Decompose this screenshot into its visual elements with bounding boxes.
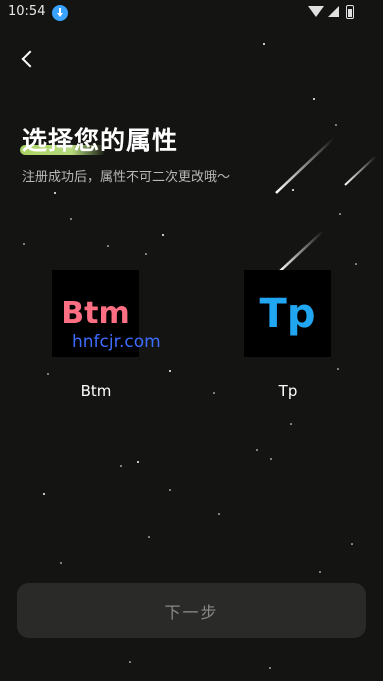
option-tp-label: Tp	[278, 382, 298, 400]
star	[319, 571, 321, 573]
wifi-icon	[308, 6, 324, 17]
star	[120, 465, 122, 467]
star	[313, 98, 315, 100]
star	[47, 373, 49, 375]
star	[137, 461, 139, 463]
star	[169, 489, 171, 491]
option-btm-label: Btm	[80, 382, 112, 400]
star	[162, 234, 164, 236]
star	[335, 124, 337, 126]
star	[129, 661, 131, 663]
star	[169, 370, 171, 372]
back-button[interactable]	[14, 46, 44, 76]
page-title: 选择您的属性	[22, 126, 179, 155]
btm-logo-text: Btm	[61, 296, 130, 331]
meteor	[278, 230, 324, 273]
star	[60, 562, 62, 564]
option-tp[interactable]: Tp Tp	[244, 270, 332, 400]
battery-icon	[346, 5, 354, 19]
star	[256, 449, 258, 451]
status-time: 10:54	[8, 4, 46, 19]
star	[218, 513, 220, 515]
star	[290, 423, 292, 425]
signal-icon	[328, 6, 339, 17]
status-bar: 10:54	[0, 0, 383, 26]
star	[213, 392, 215, 394]
star	[43, 493, 45, 495]
star	[54, 192, 56, 194]
star	[351, 543, 353, 545]
star	[292, 189, 294, 191]
download-icon	[52, 5, 68, 21]
star	[269, 667, 271, 669]
star	[148, 536, 150, 538]
title-block: 选择您的属性	[20, 121, 179, 157]
star	[23, 243, 25, 245]
star	[107, 245, 109, 247]
meteor	[344, 155, 377, 186]
watermark-text: hnfcjr.com	[72, 332, 161, 352]
star	[339, 213, 341, 215]
meteor	[275, 137, 335, 194]
chevron-left-icon	[21, 50, 39, 68]
page-subtitle: 注册成功后，属性不可二次更改哦～	[22, 170, 231, 185]
star	[263, 43, 265, 45]
star	[145, 253, 147, 255]
star	[337, 368, 339, 370]
star	[70, 218, 72, 220]
next-step-button[interactable]: 下一步	[17, 583, 366, 638]
option-tp-logo[interactable]: Tp	[244, 270, 331, 357]
next-step-label: 下一步	[164, 602, 219, 622]
star	[270, 458, 272, 460]
tp-logo-text: Tp	[259, 290, 316, 337]
star	[355, 263, 357, 265]
